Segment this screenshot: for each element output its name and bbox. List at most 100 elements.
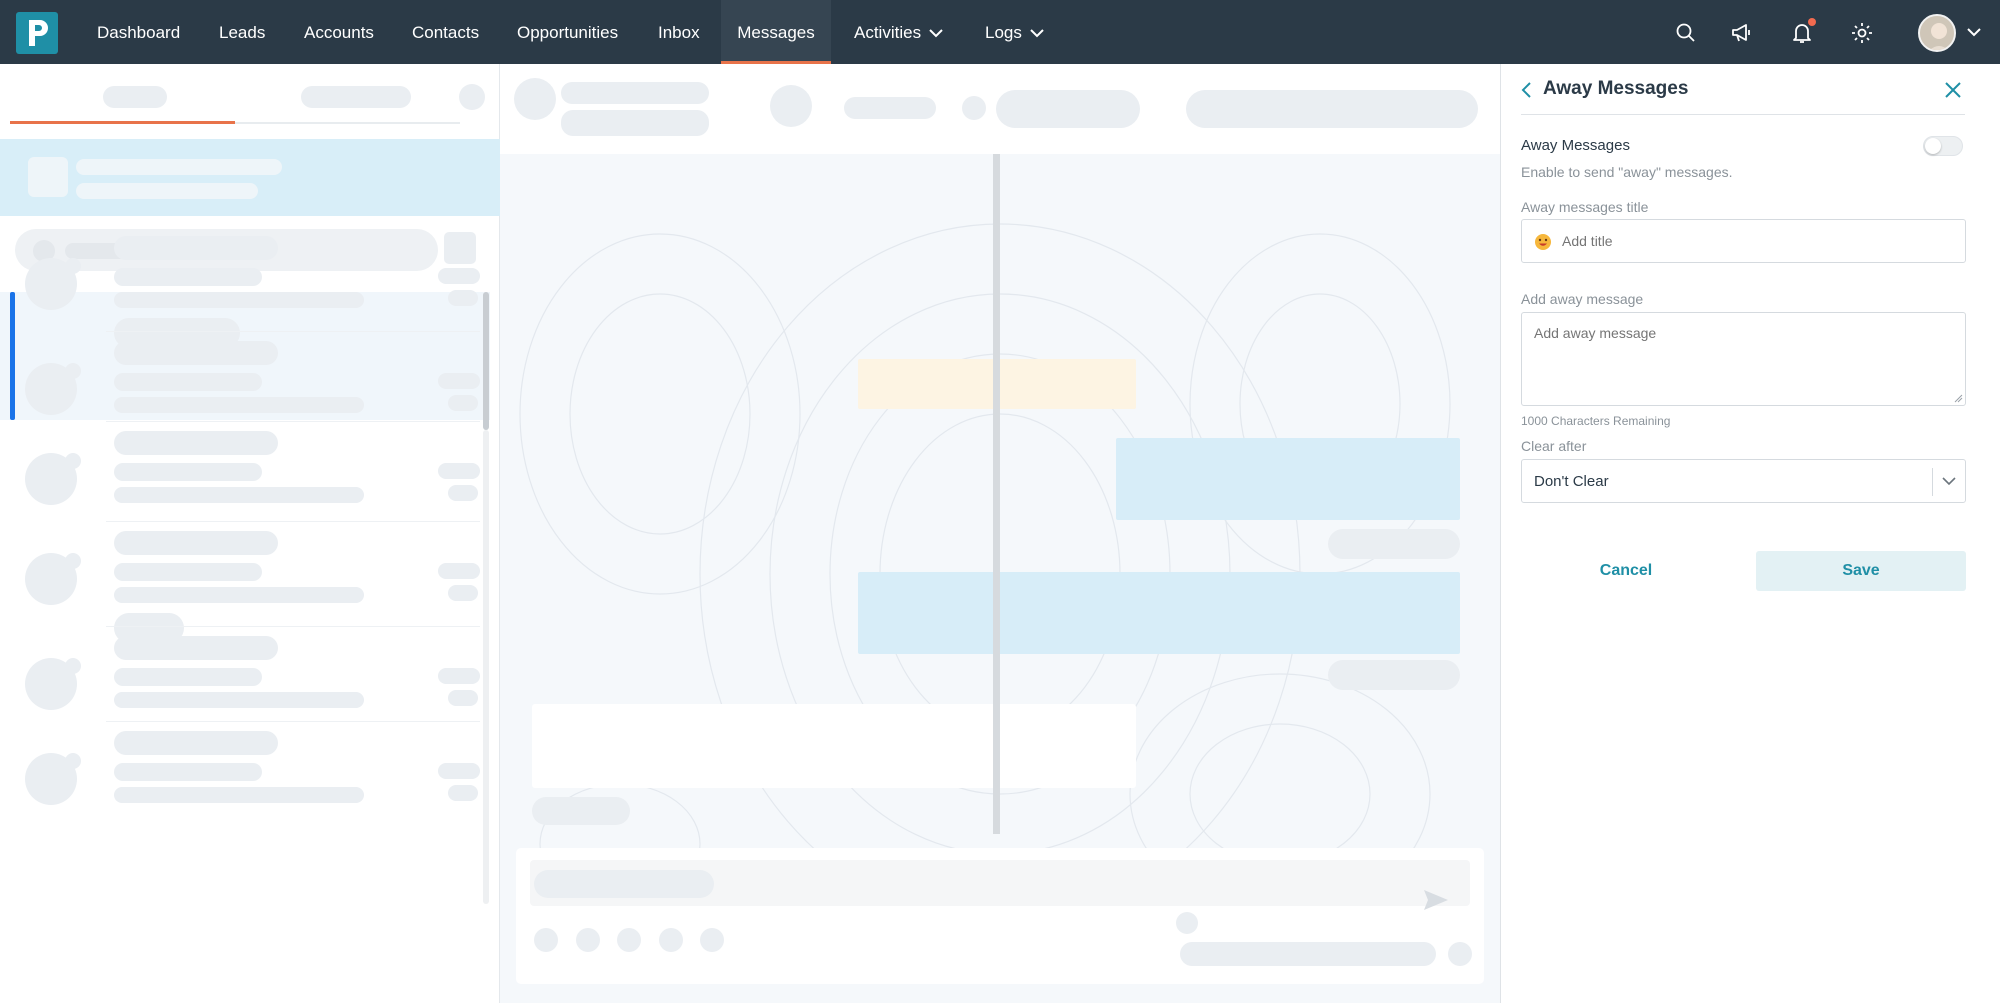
- skeleton-line: [114, 292, 364, 308]
- skeleton-line: [438, 463, 480, 479]
- message-field-label: Add away message: [1521, 291, 1644, 307]
- skeleton-line: [114, 692, 364, 708]
- list-divider: [106, 626, 480, 627]
- list-divider: [106, 721, 480, 722]
- skeleton-badge: [65, 363, 81, 379]
- skeleton-message-bubble: [858, 572, 1460, 654]
- toggle-knob: [1925, 138, 1941, 154]
- skeleton-line: [114, 268, 262, 286]
- skeleton-line: [561, 82, 709, 104]
- chevron-down-icon: [1030, 29, 1044, 38]
- skeleton-timestamp: [1328, 660, 1460, 690]
- chat-header: [500, 64, 1500, 154]
- nav-activities[interactable]: Activities: [854, 0, 943, 64]
- skeleton-line: [438, 563, 480, 579]
- away-messages-panel: Away Messages Away Messages Enable to se…: [1500, 64, 2000, 1003]
- notification-badge: [1808, 18, 1816, 26]
- scrollbar-thumb[interactable]: [483, 292, 489, 430]
- close-icon[interactable]: [1943, 80, 1963, 100]
- skeleton-icon: [617, 928, 641, 952]
- skeleton-line: [448, 785, 478, 801]
- select-divider: [1932, 468, 1933, 496]
- skeleton-icon: [962, 96, 986, 120]
- highlight-row: [0, 139, 500, 216]
- clear-after-select[interactable]: Don't Clear: [1521, 459, 1966, 503]
- skeleton-line: [114, 373, 262, 391]
- skeleton-icon: [659, 928, 683, 952]
- list-divider: [106, 521, 480, 522]
- skeleton-icon: [1176, 912, 1198, 934]
- app-logo[interactable]: [16, 12, 58, 54]
- skeleton-pill: [996, 90, 1140, 128]
- panel-title: Away Messages: [1543, 78, 1689, 99]
- user-avatar[interactable]: [1918, 14, 1956, 52]
- skeleton-timestamp: [1328, 529, 1460, 559]
- gear-icon[interactable]: [1849, 20, 1875, 46]
- skeleton-line: [448, 690, 478, 706]
- skeleton-icon: [534, 928, 558, 952]
- chars-remaining: 1000 Characters Remaining: [1521, 414, 1671, 428]
- nav-contacts[interactable]: Contacts: [412, 0, 479, 64]
- back-arrow-icon[interactable]: [1519, 81, 1535, 99]
- skeleton-message-bubble: [532, 704, 1136, 788]
- nav-logs[interactable]: Logs: [985, 0, 1044, 64]
- skeleton-pill: [1186, 90, 1478, 128]
- send-icon[interactable]: [1422, 888, 1450, 912]
- selected-indicator: [10, 292, 15, 420]
- skeleton-line: [114, 463, 262, 481]
- skeleton-line: [76, 159, 282, 175]
- away-message-field: [1521, 312, 1966, 406]
- skeleton-line: [114, 731, 278, 755]
- skeleton-icon: [576, 928, 600, 952]
- save-button[interactable]: Save: [1756, 551, 1966, 591]
- skeleton-line: [561, 110, 709, 136]
- clear-after-label: Clear after: [1521, 438, 1587, 454]
- skeleton-line: [448, 485, 478, 501]
- skeleton-line: [438, 373, 480, 389]
- top-navigation: Dashboard Leads Accounts Contacts Opport…: [0, 0, 2000, 64]
- skeleton-line: [114, 487, 364, 503]
- nav-dashboard[interactable]: Dashboard: [97, 0, 180, 64]
- skeleton-line: [114, 636, 278, 660]
- chevron-down-icon[interactable]: [1967, 28, 1981, 37]
- skeleton-avatar: [28, 157, 68, 197]
- skeleton-tab: [103, 86, 167, 108]
- away-toggle-hint: Enable to send "away" messages.: [1521, 164, 1733, 180]
- skeleton-badge: [65, 658, 81, 674]
- cancel-button[interactable]: Cancel: [1521, 551, 1731, 591]
- active-tab-indicator: [10, 121, 235, 124]
- resize-handle-icon[interactable]: [1953, 393, 1963, 403]
- nav-logs-label: Logs: [985, 23, 1022, 42]
- skeleton-line: [76, 183, 258, 199]
- skeleton-avatar: [770, 85, 812, 127]
- scrollbar-track[interactable]: [483, 430, 489, 904]
- nav-opportunities[interactable]: Opportunities: [517, 0, 618, 64]
- skeleton-line: [114, 763, 262, 781]
- nav-inbox[interactable]: Inbox: [658, 0, 700, 64]
- skeleton-line: [534, 870, 714, 898]
- emoji-icon[interactable]: [1534, 233, 1552, 251]
- chat-scrollbar[interactable]: [993, 154, 1000, 834]
- skeleton-icon: [1448, 942, 1472, 966]
- skeleton-line: [114, 668, 262, 686]
- away-message-textarea[interactable]: [1534, 325, 1954, 397]
- skeleton-line: [438, 763, 480, 779]
- message-composer: [516, 848, 1484, 984]
- skeleton-line: [114, 397, 364, 413]
- nav-messages[interactable]: Messages: [721, 0, 831, 64]
- chevron-down-icon: [1942, 477, 1956, 486]
- title-field-label: Away messages title: [1521, 199, 1649, 215]
- megaphone-icon[interactable]: [1729, 20, 1755, 46]
- away-title-input[interactable]: [1562, 230, 1952, 252]
- skeleton-line: [448, 395, 478, 411]
- away-title-field: [1521, 219, 1966, 263]
- nav-accounts[interactable]: Accounts: [304, 0, 374, 64]
- conversation-list: [0, 64, 500, 1003]
- skeleton-line: [114, 587, 364, 603]
- skeleton-avatar: [514, 78, 556, 120]
- nav-leads[interactable]: Leads: [219, 0, 265, 64]
- search-icon[interactable]: [1673, 20, 1699, 46]
- away-messages-toggle[interactable]: [1923, 136, 1963, 156]
- skeleton-line: [438, 668, 480, 684]
- skeleton-line: [114, 236, 278, 260]
